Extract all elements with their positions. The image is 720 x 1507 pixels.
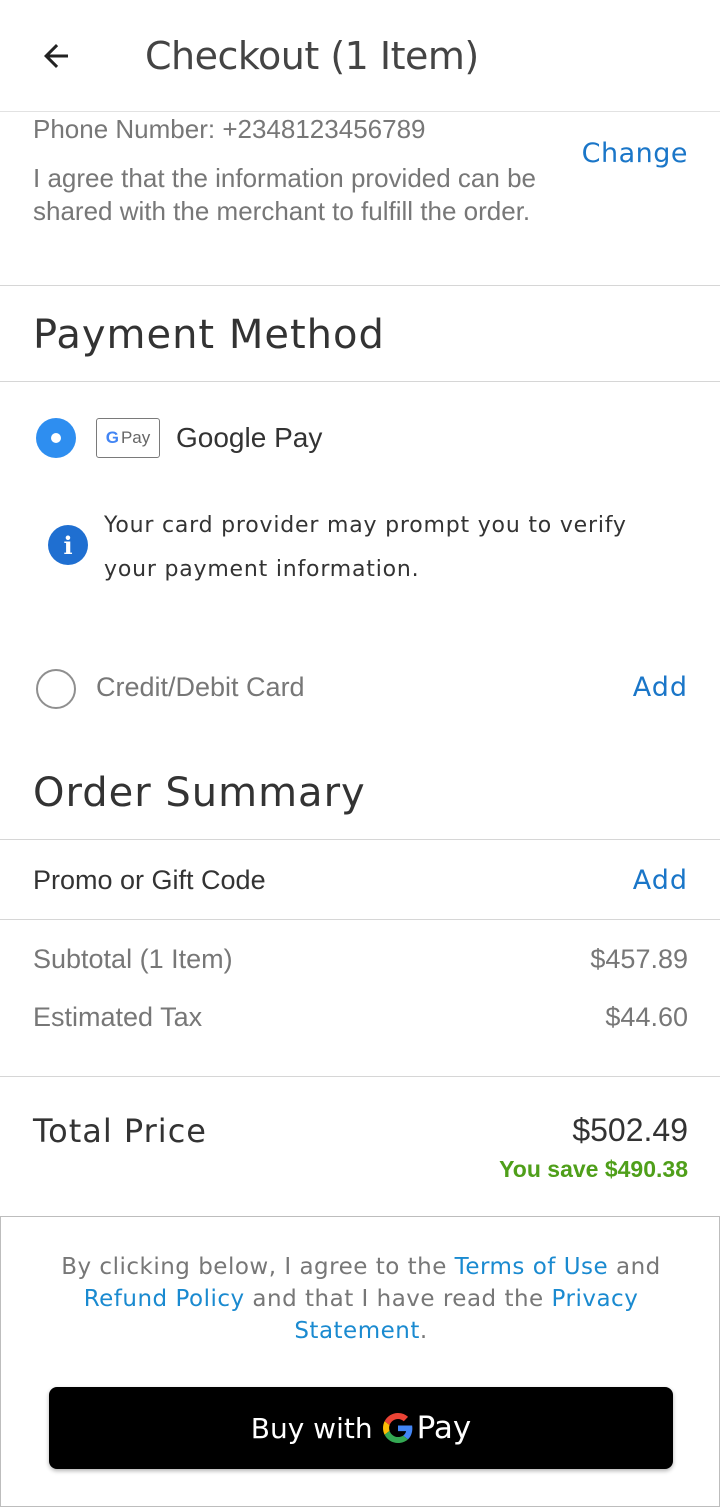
savings-text: You save $490.38 (499, 1156, 688, 1182)
total-price-value: $502.49 (572, 1112, 688, 1148)
total-price-label: Total Price (33, 1112, 207, 1150)
app-header: Checkout (1 Item) (0, 0, 720, 112)
contact-section: Phone Number: +2348123456789 I agree tha… (0, 112, 720, 286)
buy-button-label: Buy with (250, 1411, 373, 1445)
add-card-link[interactable]: Add (633, 672, 688, 703)
page-title: Checkout (1 Item) (145, 34, 479, 78)
legal-disclaimer: By clicking below, I agree to the Terms … (41, 1251, 681, 1347)
credit-card-radio[interactable] (36, 669, 76, 709)
subtotal-label: Subtotal (1 Item) (33, 944, 233, 974)
price-breakdown: Subtotal (1 Item) $457.89 Estimated Tax … (0, 920, 720, 1077)
back-button[interactable] (30, 30, 82, 82)
legal-text-3: and that I have read the (244, 1286, 552, 1312)
badge-pay-text: Pay (120, 428, 151, 447)
google-pay-wordmark: Pay (416, 1410, 472, 1446)
buy-with-google-pay-button[interactable]: Buy with Pay (49, 1387, 673, 1469)
refund-policy-link[interactable]: Refund Policy (84, 1286, 245, 1312)
legal-text-2: and (608, 1254, 661, 1280)
google-g-letter: G (105, 428, 119, 447)
share-agreement-text: I agree that the information provided ca… (33, 163, 536, 226)
legal-text-1: By clicking below, I agree to the (61, 1254, 455, 1280)
tax-value: $44.60 (605, 1002, 688, 1032)
info-circle-icon: i (48, 525, 88, 565)
phone-number: Phone Number: +2348123456789 (33, 114, 426, 144)
order-summary-header: Order Summary (0, 746, 720, 840)
change-contact-link[interactable]: Change (582, 138, 688, 169)
subtotal-value: $457.89 (590, 944, 688, 974)
promo-code-row[interactable]: Promo or Gift Code Add (0, 840, 720, 920)
terms-of-use-link[interactable]: Terms of Use (455, 1254, 609, 1280)
verify-info-notice: Your card provider may prompt you to ver… (104, 513, 627, 582)
google-g-icon (382, 1413, 412, 1443)
google-pay-badge-icon: G Pay (96, 418, 160, 458)
promo-code-label: Promo or Gift Code (33, 865, 266, 895)
tax-label: Estimated Tax (33, 1002, 203, 1032)
legal-text-4: . (419, 1318, 428, 1344)
add-promo-link[interactable]: Add (633, 865, 688, 896)
arrow-left-icon (44, 44, 68, 68)
google-pay-radio[interactable] (36, 418, 76, 458)
credit-card-label[interactable]: Credit/Debit Card (96, 672, 305, 703)
order-summary-title: Order Summary (33, 770, 366, 816)
checkout-footer: By clicking below, I agree to the Terms … (0, 1216, 720, 1507)
payment-method-header: Payment Method (0, 286, 720, 382)
payment-method-title: Payment Method (33, 312, 385, 358)
google-pay-label[interactable]: Google Pay (176, 422, 322, 454)
